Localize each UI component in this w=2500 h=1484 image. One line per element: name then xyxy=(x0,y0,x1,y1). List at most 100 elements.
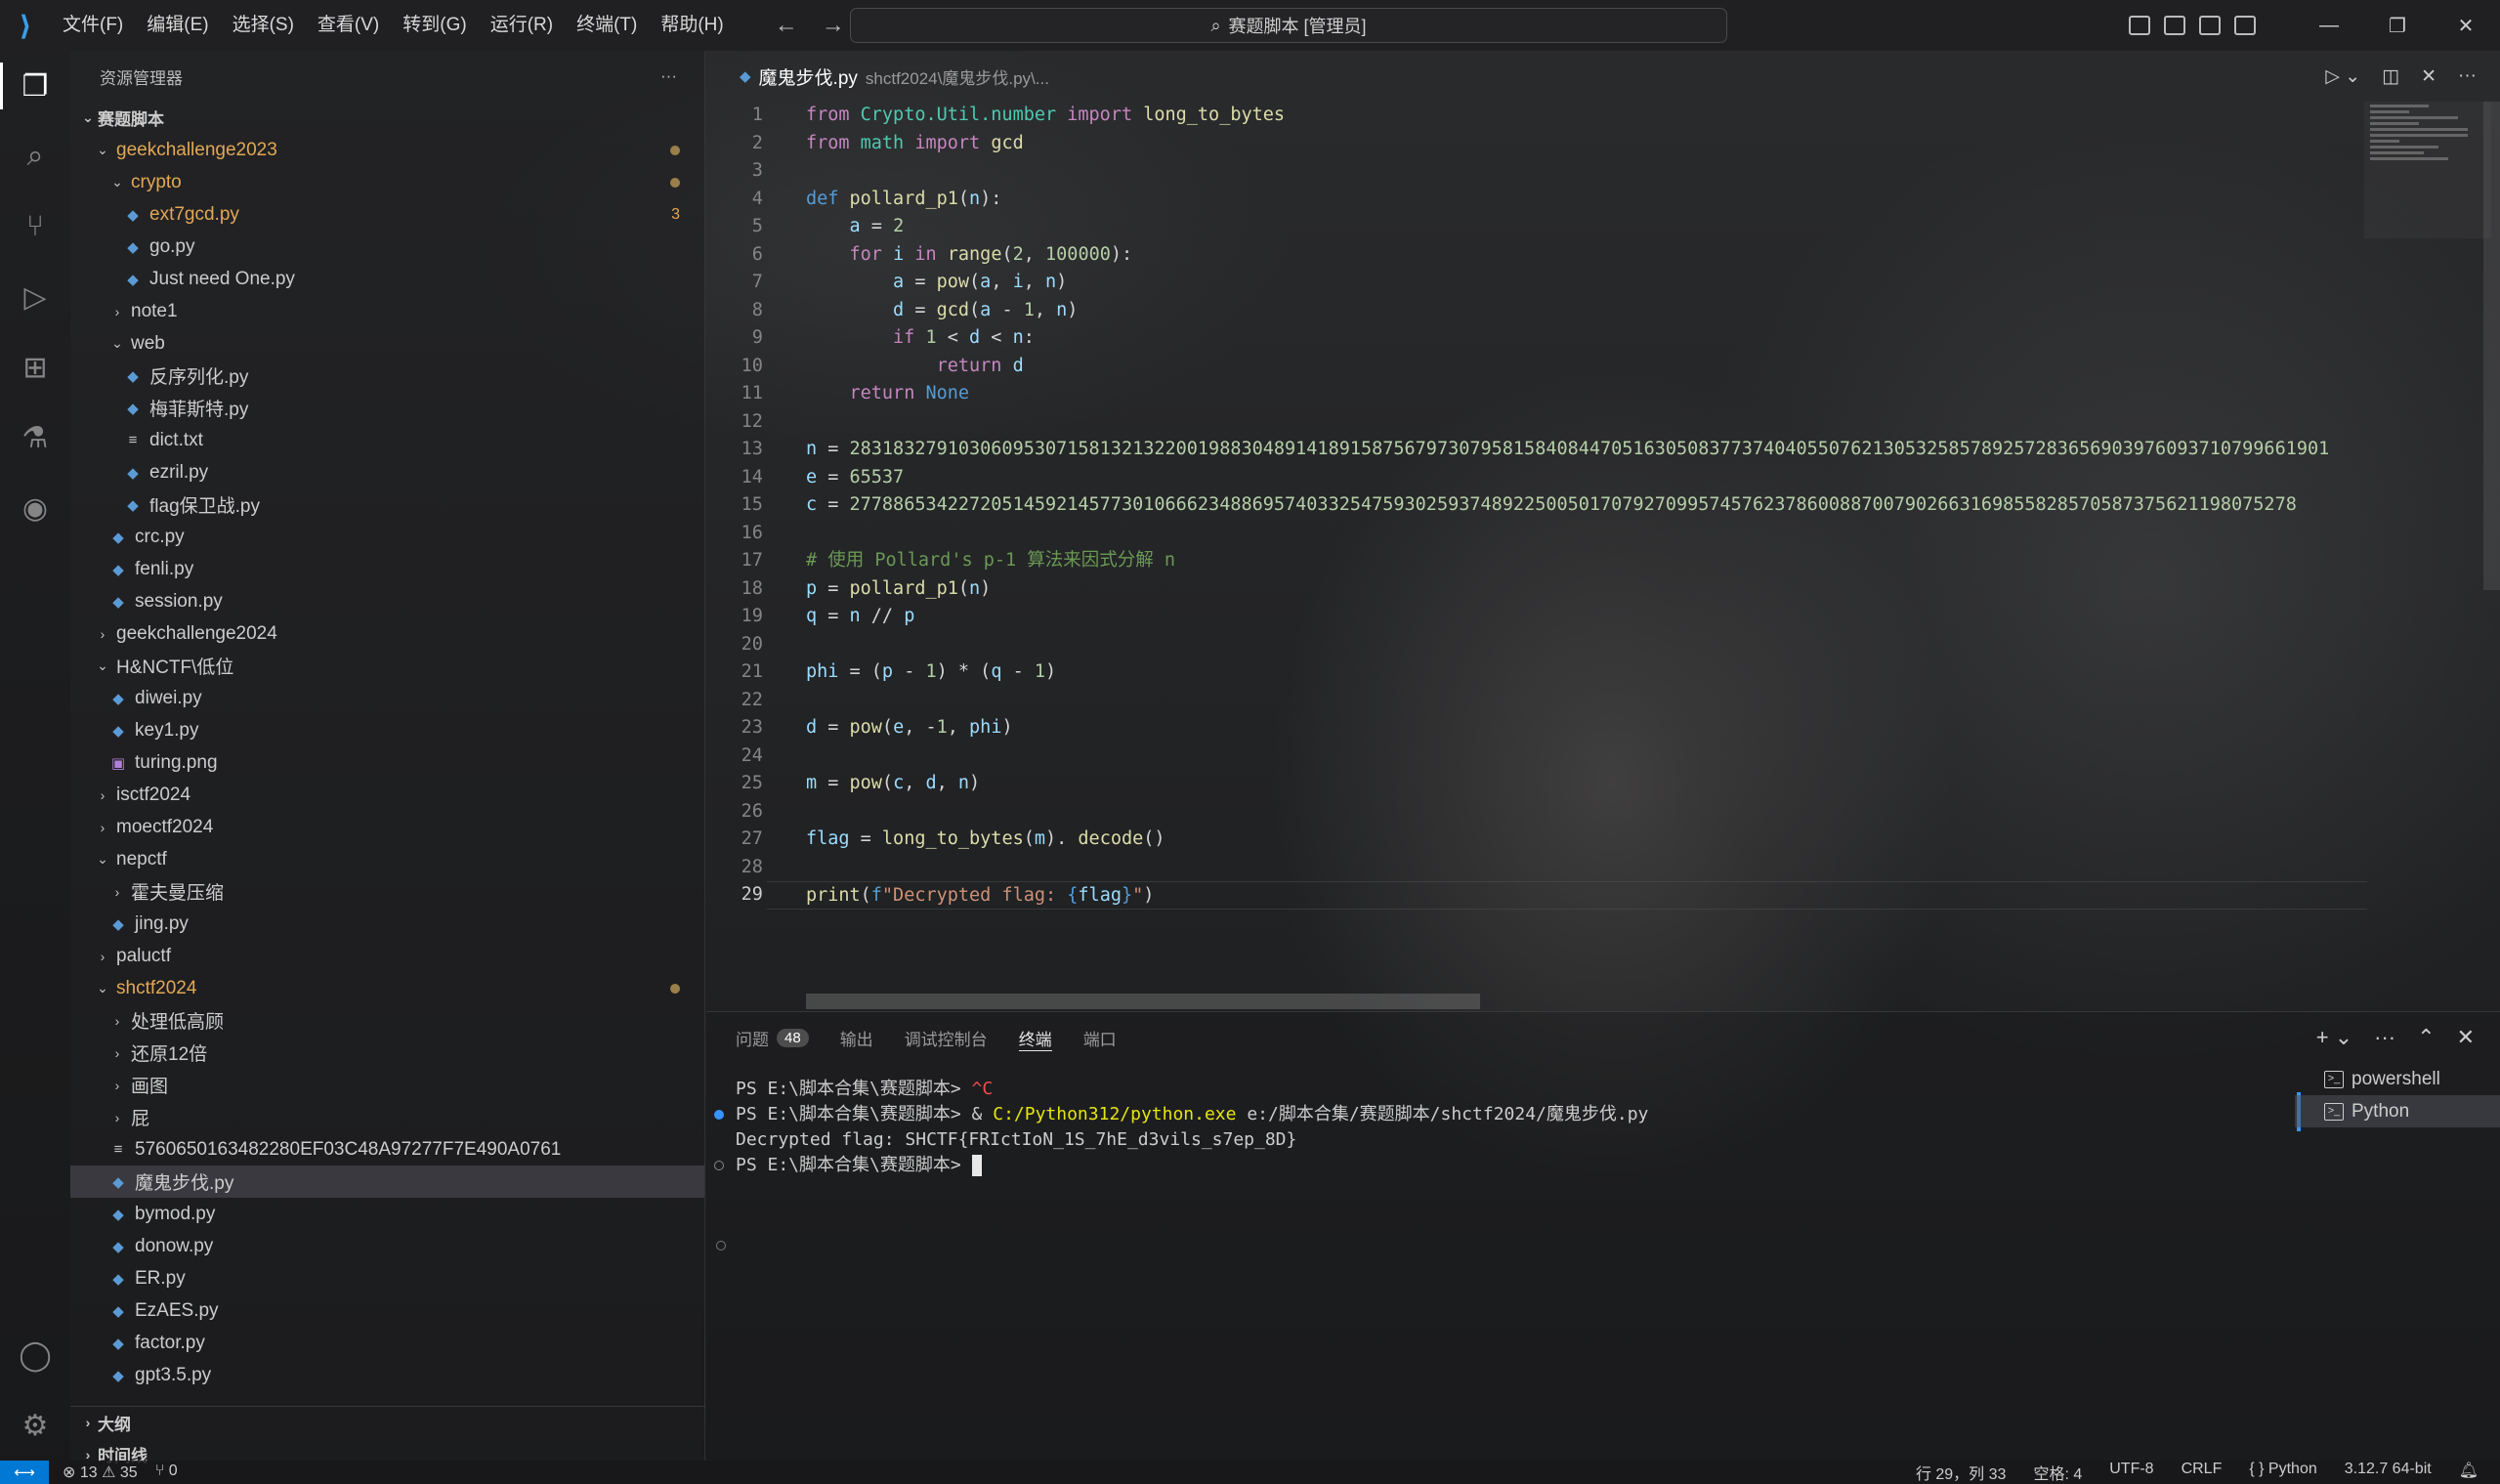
encoding[interactable]: UTF-8 xyxy=(2109,1461,2153,1484)
code-line[interactable]: 4 def pollard_p1(n): xyxy=(706,186,2367,214)
tree-folder[interactable]: › note1 xyxy=(70,295,704,327)
menu-item[interactable]: 运行(R) xyxy=(479,0,565,51)
remote-indicator-icon[interactable]: ⟷ xyxy=(0,1461,49,1484)
menu-item[interactable]: 帮助(H) xyxy=(649,0,735,51)
command-center-search[interactable]: ⌕ 赛题脚本 [管理员] xyxy=(850,8,1727,43)
more-actions-icon[interactable]: ··· xyxy=(2458,65,2477,87)
tree-folder[interactable]: ⌄ web xyxy=(70,327,704,360)
tree-file[interactable]: ◆ gpt3.5.py xyxy=(70,1359,704,1391)
language-mode[interactable]: { } Python xyxy=(2249,1461,2316,1484)
code-line[interactable]: 2 from math import gcd xyxy=(706,130,2367,158)
tree-folder[interactable]: › moectf2024 xyxy=(70,811,704,843)
account-icon[interactable]: ◯ xyxy=(0,1320,70,1390)
toggle-sidebar-icon[interactable] xyxy=(2129,16,2150,35)
run-file-icon[interactable]: ▷ ⌄ xyxy=(2325,65,2360,88)
tree-folder[interactable]: › paluctf xyxy=(70,940,704,972)
problems-status[interactable]: ⊗ 13 ⚠ 35 xyxy=(63,1463,138,1482)
menu-item[interactable]: 选择(S) xyxy=(221,0,306,51)
close-tab-icon[interactable]: ✕ xyxy=(2421,65,2436,88)
menu-item[interactable]: 编辑(E) xyxy=(135,0,220,51)
vertical-scrollbar[interactable] xyxy=(2483,102,2500,590)
cursor-position[interactable]: 行 29，列 33 xyxy=(1916,1461,2007,1484)
source-control-icon[interactable]: ⑂ xyxy=(0,191,70,262)
tree-folder[interactable]: › 处理低高顾 xyxy=(70,1004,704,1037)
tree-folder[interactable]: › isctf2024 xyxy=(70,779,704,811)
tree-folder[interactable]: ⌄ nepctf xyxy=(70,843,704,875)
close-panel-icon[interactable]: ✕ xyxy=(2457,1025,2475,1050)
code-line[interactable]: 9 if 1 < d < n: xyxy=(706,324,2367,353)
line-ending[interactable]: CRLF xyxy=(2182,1461,2223,1484)
extensions-icon[interactable]: ⊞ xyxy=(0,332,70,403)
tree-file[interactable]: ▣ turing.png xyxy=(70,746,704,779)
terminal-instance[interactable]: >_ powershell xyxy=(2295,1063,2500,1095)
panel-tab[interactable]: 终端 xyxy=(1018,1012,1052,1063)
tree-file[interactable]: ◆ EzAES.py xyxy=(70,1294,704,1327)
tree-file[interactable]: ◆ ext7gcd.py 3 xyxy=(70,198,704,231)
tree-file[interactable]: ≡ 5760650163482280EF03C48A97277F7E490A076… xyxy=(70,1133,704,1166)
tree-file[interactable]: ◆ session.py xyxy=(70,585,704,617)
command-decoration-icon[interactable] xyxy=(714,1161,724,1170)
tree-file[interactable]: ◆ diwei.py xyxy=(70,682,704,714)
command-decoration-icon[interactable] xyxy=(714,1110,724,1120)
terminal-output[interactable]: PS E:\脚本合集\赛题脚本> ^C PS E:\脚本合集\赛题脚本> & C:… xyxy=(706,1077,2289,1178)
code-line[interactable]: 18 p = pollard_p1(n) xyxy=(706,575,2367,604)
minimize-button[interactable]: — xyxy=(2295,15,2363,37)
code-line[interactable]: 26 xyxy=(706,798,2367,827)
testing-icon[interactable]: ⚗ xyxy=(0,403,70,473)
code-line[interactable]: 13 n = 2831832791030609530715813213220019… xyxy=(706,436,2367,464)
split-editor-icon[interactable]: ◫ xyxy=(2382,65,2399,88)
panel-tab[interactable]: 调试控制台 xyxy=(905,1012,988,1063)
tree-folder[interactable]: › 屁 xyxy=(70,1101,704,1133)
code-line[interactable]: 27 flag = long_to_bytes(m). decode() xyxy=(706,826,2367,854)
tree-folder[interactable]: ⌄ geekchallenge2023 xyxy=(70,134,704,166)
code-line[interactable]: 11 return None xyxy=(706,380,2367,408)
ports-status[interactable]: ⑂ 0 xyxy=(155,1463,178,1482)
code-line[interactable]: 6 for i in range(2, 100000): xyxy=(706,241,2367,270)
notifications-bell-icon[interactable]: 🔔︎ xyxy=(2459,1461,2479,1484)
forward-arrow-icon[interactable]: → xyxy=(822,12,845,39)
code-line[interactable]: 3 xyxy=(706,157,2367,186)
tree-file[interactable]: ◆ bymod.py xyxy=(70,1198,704,1230)
maximize-panel-icon[interactable]: ⌃ xyxy=(2417,1025,2435,1050)
tree-folder[interactable]: › 画图 xyxy=(70,1069,704,1101)
tree-folder[interactable]: › geekchallenge2024 xyxy=(70,617,704,650)
code-line[interactable]: 25 m = pow(c, d, n) xyxy=(706,770,2367,798)
code-editor[interactable]: 1 from Crypto.Util.number import long_to_… xyxy=(706,102,2367,1000)
tree-file[interactable]: ◆ crc.py xyxy=(70,521,704,553)
menu-item[interactable]: 转到(G) xyxy=(391,0,478,51)
new-terminal-icon[interactable]: + ⌄ xyxy=(2316,1025,2352,1050)
code-line[interactable]: 17 # 使用 Pollard's p-1 算法来因式分解 n xyxy=(706,547,2367,575)
code-line[interactable]: 15 c = 2778865342272051459214577301066623… xyxy=(706,491,2367,520)
tree-file[interactable]: ◆ donow.py xyxy=(70,1230,704,1262)
code-line[interactable]: 28 xyxy=(706,854,2367,882)
editor-tab[interactable]: ◆ 魔鬼步伐.py shctf2024\魔鬼步伐.py\... xyxy=(706,64,1049,90)
back-arrow-icon[interactable]: ← xyxy=(775,12,798,39)
menu-item[interactable]: 终端(T) xyxy=(565,0,649,51)
tree-file[interactable]: ◆ factor.py xyxy=(70,1327,704,1359)
code-line[interactable]: 23 d = pow(e, -1, phi) xyxy=(706,714,2367,742)
code-line[interactable]: 29 print(f"Decrypted flag: {flag}") xyxy=(706,881,2367,910)
code-line[interactable]: 14 e = 65537 xyxy=(706,464,2367,492)
tree-file[interactable]: ◆ flag保卫战.py xyxy=(70,488,704,521)
code-line[interactable]: 7 a = pow(a, i, n) xyxy=(706,269,2367,297)
menu-item[interactable]: 查看(V) xyxy=(306,0,391,51)
panel-tab[interactable]: 问题 48 xyxy=(736,1012,809,1063)
explorer-icon[interactable]: ❐ xyxy=(0,51,70,121)
workspace-root[interactable]: ⌄ 赛题脚本 xyxy=(70,102,704,134)
code-line[interactable]: 10 return d xyxy=(706,353,2367,381)
tree-file[interactable]: ◆ go.py xyxy=(70,231,704,263)
run-debug-icon[interactable]: ▷ xyxy=(0,262,70,332)
toggle-secondary-sidebar-icon[interactable] xyxy=(2199,16,2221,35)
github-icon[interactable]: ◉ xyxy=(0,473,70,543)
more-actions-icon[interactable]: ··· xyxy=(660,66,677,86)
tree-folder[interactable]: › 霍夫曼压缩 xyxy=(70,875,704,908)
more-actions-icon[interactable]: ··· xyxy=(2374,1025,2395,1050)
indentation[interactable]: 空格: 4 xyxy=(2033,1461,2082,1484)
code-line[interactable]: 8 d = gcd(a - 1, n) xyxy=(706,297,2367,325)
tree-file[interactable]: ◆ 魔鬼步伐.py xyxy=(70,1166,704,1198)
tree-folder[interactable]: ⌄ H&NCTF\低位 xyxy=(70,650,704,682)
panel-tab[interactable]: 端口 xyxy=(1083,1012,1117,1063)
tree-folder[interactable]: ⌄ crypto xyxy=(70,166,704,198)
tree-file[interactable]: ◆ ezril.py xyxy=(70,456,704,488)
customize-layout-icon[interactable] xyxy=(2234,16,2256,35)
